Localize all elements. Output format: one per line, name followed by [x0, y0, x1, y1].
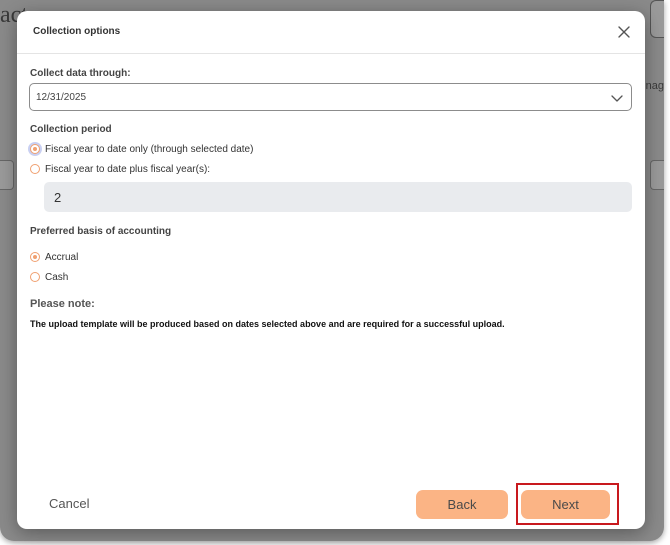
radio-button[interactable] — [30, 164, 40, 174]
modal-title: Collection options — [33, 26, 121, 37]
background-button-fragment — [650, 0, 664, 38]
next-button[interactable]: Next — [521, 490, 610, 519]
radio-button[interactable] — [30, 272, 40, 282]
collection-options-modal: Collection options Collect data through:… — [17, 11, 645, 529]
collect-through-label: Collect data through: — [30, 68, 131, 79]
close-button[interactable] — [617, 25, 631, 39]
cancel-button[interactable]: Cancel — [49, 496, 89, 511]
background-input-fragment-right — [650, 160, 664, 190]
fiscal-years-value: 2 — [54, 190, 62, 205]
close-icon — [618, 26, 630, 38]
note-title: Please note: — [30, 298, 95, 310]
background-text-fragment: nag — [645, 80, 664, 92]
background-input-fragment-left — [0, 160, 14, 190]
note-text: The upload template will be produced bas… — [30, 319, 505, 329]
fiscal-years-input[interactable]: 2 — [44, 182, 632, 212]
radio-accrual[interactable]: Accrual — [30, 250, 78, 264]
radio-button[interactable] — [30, 144, 40, 154]
radio-label: Fiscal year to date only (through select… — [45, 143, 254, 155]
collect-through-select[interactable]: 12/31/2025 — [29, 83, 632, 111]
radio-label: Cash — [45, 271, 69, 283]
chevron-down-icon — [610, 91, 624, 105]
radio-fiscal-ytd-plus-years[interactable]: Fiscal year to date plus fiscal year(s): — [30, 162, 210, 176]
accounting-basis-label: Preferred basis of accounting — [30, 226, 172, 237]
modal-header: Collection options — [17, 11, 645, 54]
radio-fiscal-ytd-only[interactable]: Fiscal year to date only (through select… — [30, 142, 253, 156]
radio-button[interactable] — [30, 252, 40, 262]
radio-cash[interactable]: Cash — [30, 270, 68, 284]
back-button[interactable]: Back — [416, 490, 508, 519]
radio-label: Fiscal year to date plus fiscal year(s): — [45, 163, 211, 175]
collect-through-value: 12/31/2025 — [36, 92, 87, 103]
collection-period-label: Collection period — [30, 124, 112, 135]
radio-label: Accrual — [45, 251, 79, 263]
